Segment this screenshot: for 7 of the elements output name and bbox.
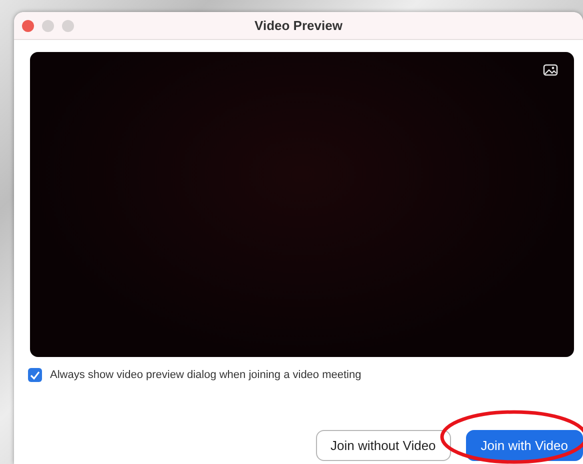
picture-icon[interactable] [543, 64, 558, 76]
join-video-button[interactable]: Join with Video [466, 430, 583, 461]
close-button[interactable] [22, 20, 34, 32]
window-title: Video Preview [254, 18, 342, 33]
join-without-video-button[interactable]: Join without Video [316, 430, 451, 461]
checkbox-label: Always show video preview dialog when joining a video meeting [50, 369, 362, 381]
checkbox[interactable] [28, 368, 42, 382]
